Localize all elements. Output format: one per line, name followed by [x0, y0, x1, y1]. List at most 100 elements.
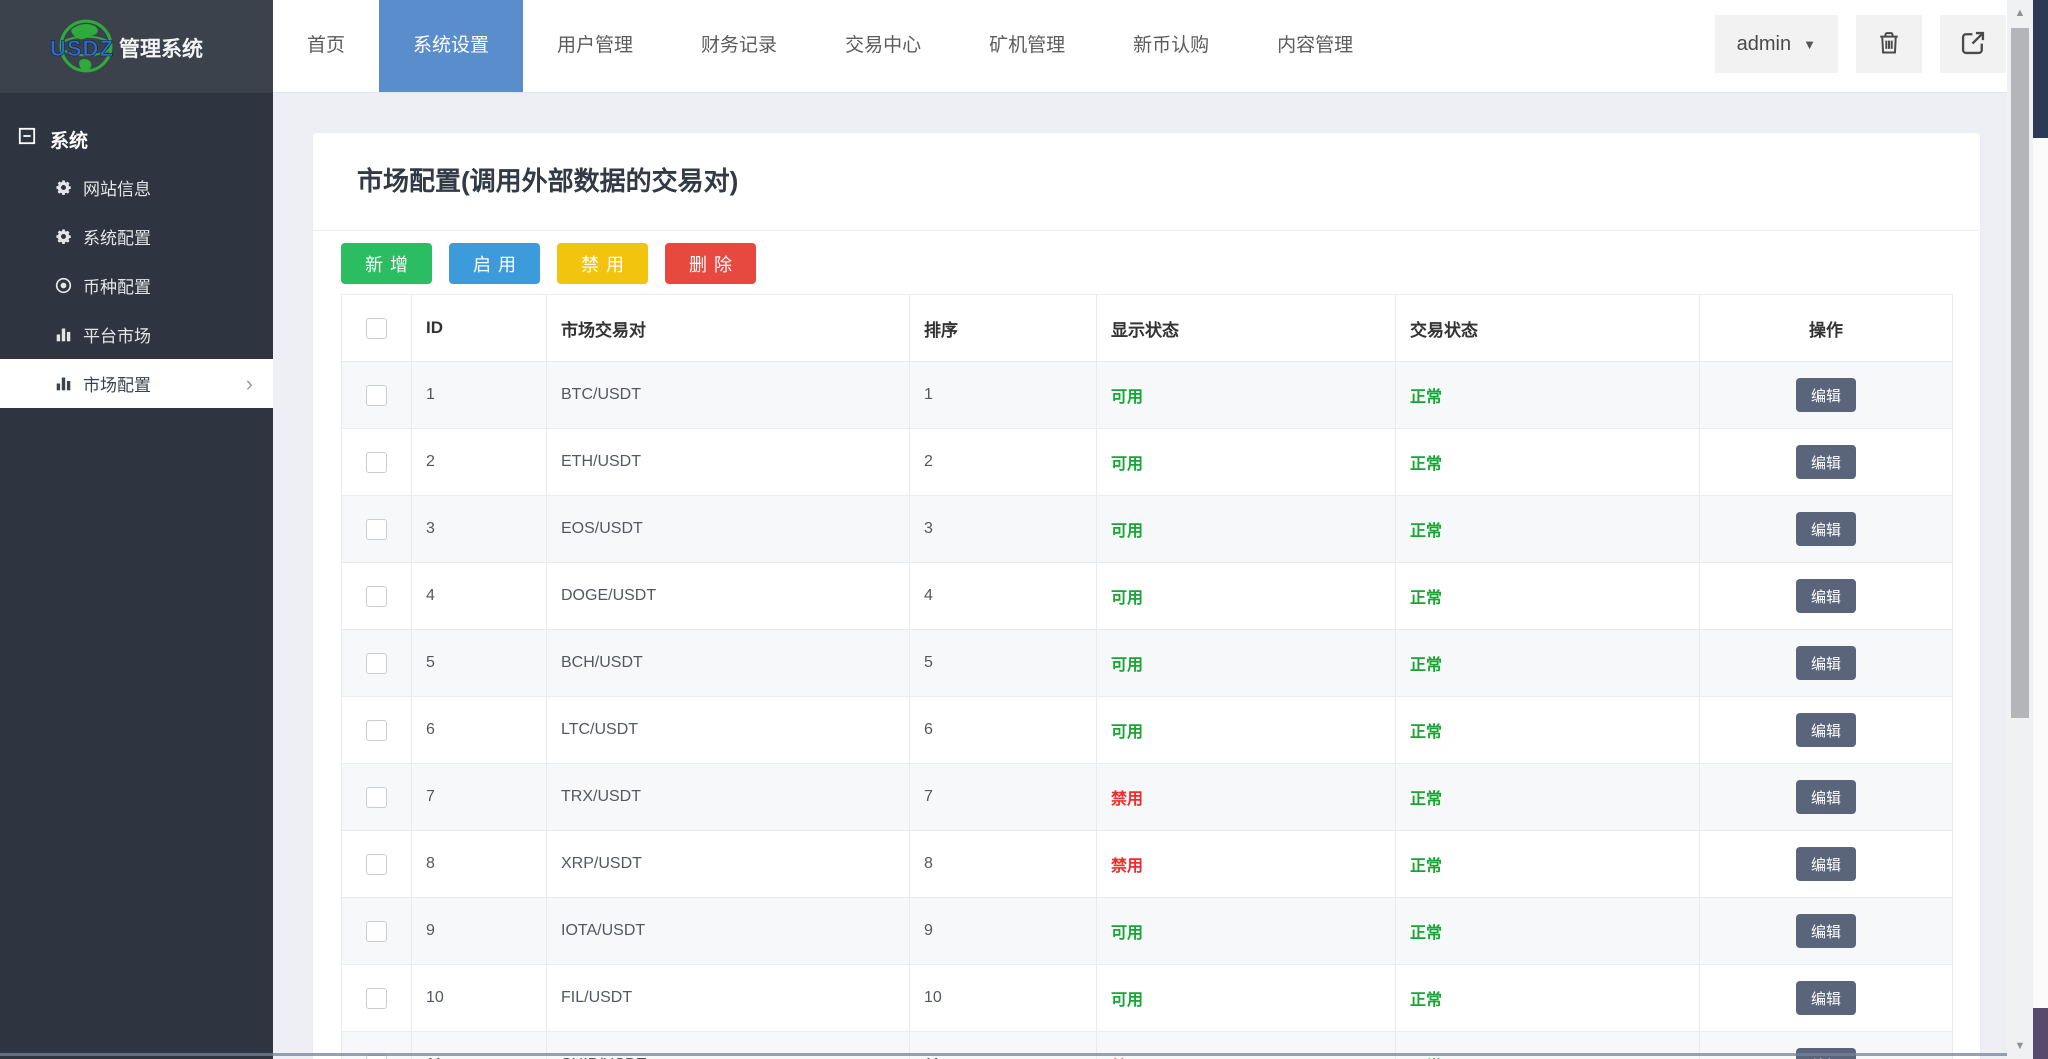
row-checkbox[interactable] — [366, 988, 387, 1009]
main-content: 市场配置(调用外部数据的交易对) 新增 启用 禁用 删除 ID 市场交易对 排序… — [273, 93, 2048, 1059]
cell-display-status: 可用 — [1097, 496, 1396, 563]
tab-new-coin[interactable]: 新币认购 — [1099, 0, 1243, 92]
cell-id: 9 — [412, 898, 547, 965]
tab-user-management[interactable]: 用户管理 — [523, 0, 667, 92]
disable-button[interactable]: 禁用 — [557, 243, 648, 284]
page-title: 市场配置(调用外部数据的交易对) — [313, 133, 1980, 230]
cell-id: 7 — [412, 764, 547, 831]
tab-system-settings[interactable]: 系统设置 — [379, 0, 523, 92]
cell-trade-status: 正常 — [1396, 563, 1700, 630]
col-header-actions: 操作 — [1700, 295, 1953, 362]
cell-pair: EOS/USDT — [547, 496, 910, 563]
cell-sort: 7 — [910, 764, 1097, 831]
edit-button[interactable]: 编辑 — [1796, 579, 1856, 613]
scroll-down-icon[interactable]: ▼ — [2007, 1040, 2033, 1052]
scrollbar-thumb[interactable] — [2011, 28, 2029, 718]
share-button[interactable] — [1940, 15, 2006, 73]
sidebar-item-platform-market[interactable]: 平台市场 — [0, 310, 273, 359]
outer-scrollbar-thumb[interactable] — [2033, 0, 2048, 138]
cell-display-status: 可用 — [1097, 898, 1396, 965]
cell-display-status: 可用 — [1097, 429, 1396, 496]
row-checkbox[interactable] — [366, 787, 387, 808]
table-row: 8 XRP/USDT 8 禁用 正常 编辑 — [342, 831, 1953, 898]
tab-content-management[interactable]: 内容管理 — [1243, 0, 1387, 92]
cell-display-status: 可用 — [1097, 362, 1396, 429]
app-name: 管理系统 — [119, 33, 203, 63]
gear-icon — [55, 228, 72, 245]
tab-finance-records[interactable]: 财务记录 — [667, 0, 811, 92]
share-icon — [1959, 29, 1987, 60]
edit-button[interactable]: 编辑 — [1796, 378, 1856, 412]
cell-id: 5 — [412, 630, 547, 697]
sidebar-item-label: 系统配置 — [83, 224, 151, 249]
edit-button[interactable]: 编辑 — [1796, 646, 1856, 680]
sidebar-item-site-info[interactable]: 网站信息 — [0, 163, 273, 212]
row-checkbox[interactable] — [366, 854, 387, 875]
cell-pair: BTC/USDT — [547, 362, 910, 429]
edit-button[interactable]: 编辑 — [1796, 713, 1856, 747]
caret-down-icon: ▼ — [1803, 37, 1816, 52]
cell-sort: 8 — [910, 831, 1097, 898]
edit-button[interactable]: 编辑 — [1796, 847, 1856, 881]
cell-id: 8 — [412, 831, 547, 898]
cell-pair: FIL/USDT — [547, 965, 910, 1032]
sidebar-group-system[interactable]: 系统 — [0, 115, 273, 163]
add-button[interactable]: 新增 — [341, 243, 432, 284]
edit-button[interactable]: 编辑 — [1796, 780, 1856, 814]
chevron-right-icon: › — [246, 373, 253, 395]
cell-trade-status: 正常 — [1396, 496, 1700, 563]
trash-icon — [1875, 28, 1903, 61]
cell-sort: 9 — [910, 898, 1097, 965]
sidebar-item-system-config[interactable]: 系统配置 — [0, 212, 273, 261]
cell-id: 6 — [412, 697, 547, 764]
cell-sort: 4 — [910, 563, 1097, 630]
cell-trade-status: 正常 — [1396, 764, 1700, 831]
table-row: 9 IOTA/USDT 9 可用 正常 编辑 — [342, 898, 1953, 965]
tab-home[interactable]: 首页 — [273, 0, 379, 92]
row-checkbox[interactable] — [366, 720, 387, 741]
tab-trade-center[interactable]: 交易中心 — [811, 0, 955, 92]
cell-pair: BCH/USDT — [547, 630, 910, 697]
table-row: 3 EOS/USDT 3 可用 正常 编辑 — [342, 496, 1953, 563]
cell-trade-status: 正常 — [1396, 831, 1700, 898]
row-checkbox[interactable] — [366, 385, 387, 406]
sidebar-item-coin-config[interactable]: 币种配置 — [0, 261, 273, 310]
cell-display-status: 可用 — [1097, 697, 1396, 764]
edit-button[interactable]: 编辑 — [1796, 512, 1856, 546]
enable-button[interactable]: 启用 — [449, 243, 540, 284]
delete-button[interactable]: 删除 — [665, 243, 756, 284]
horizontal-scrollbar[interactable] — [0, 1053, 2007, 1056]
user-menu-button[interactable]: admin ▼ — [1715, 15, 1838, 73]
cell-display-status: 禁用 — [1097, 764, 1396, 831]
cell-pair: IOTA/USDT — [547, 898, 910, 965]
cell-sort: 10 — [910, 965, 1097, 1032]
edit-button[interactable]: 编辑 — [1796, 914, 1856, 948]
cell-id: 3 — [412, 496, 547, 563]
cell-sort: 1 — [910, 362, 1097, 429]
tab-miner-management[interactable]: 矿机管理 — [955, 0, 1099, 92]
vertical-scrollbar[interactable]: ▲ ▼ — [2007, 0, 2033, 1059]
table-row: 10 FIL/USDT 10 可用 正常 编辑 — [342, 965, 1953, 1032]
market-config-card: 市场配置(调用外部数据的交易对) 新增 启用 禁用 删除 ID 市场交易对 排序… — [313, 133, 1980, 1059]
row-checkbox[interactable] — [366, 519, 387, 540]
market-pairs-table: ID 市场交易对 排序 显示状态 交易状态 操作 1 BTC/USDT 1 可用… — [341, 294, 1953, 1059]
cell-trade-status: 正常 — [1396, 630, 1700, 697]
cell-id: 4 — [412, 563, 547, 630]
sidebar-item-market-config[interactable]: 市场配置 › — [0, 359, 273, 408]
row-checkbox[interactable] — [366, 921, 387, 942]
sidebar-group-label: 系统 — [50, 126, 88, 153]
sidebar-item-label: 市场配置 — [83, 371, 151, 396]
scroll-up-icon[interactable]: ▲ — [2007, 7, 2033, 19]
row-checkbox[interactable] — [366, 653, 387, 674]
user-name: admin — [1737, 33, 1791, 56]
outer-scrollbar[interactable] — [2033, 0, 2048, 1059]
cell-sort: 2 — [910, 429, 1097, 496]
cell-sort: 3 — [910, 496, 1097, 563]
row-checkbox[interactable] — [366, 586, 387, 607]
edit-button[interactable]: 编辑 — [1796, 981, 1856, 1015]
row-checkbox[interactable] — [366, 452, 387, 473]
sidebar: 系统 网站信息 系统配置 币种配置 平台市场 — [0, 93, 273, 1059]
trash-button[interactable] — [1856, 15, 1922, 73]
select-all-checkbox[interactable] — [366, 318, 387, 339]
edit-button[interactable]: 编辑 — [1796, 445, 1856, 479]
